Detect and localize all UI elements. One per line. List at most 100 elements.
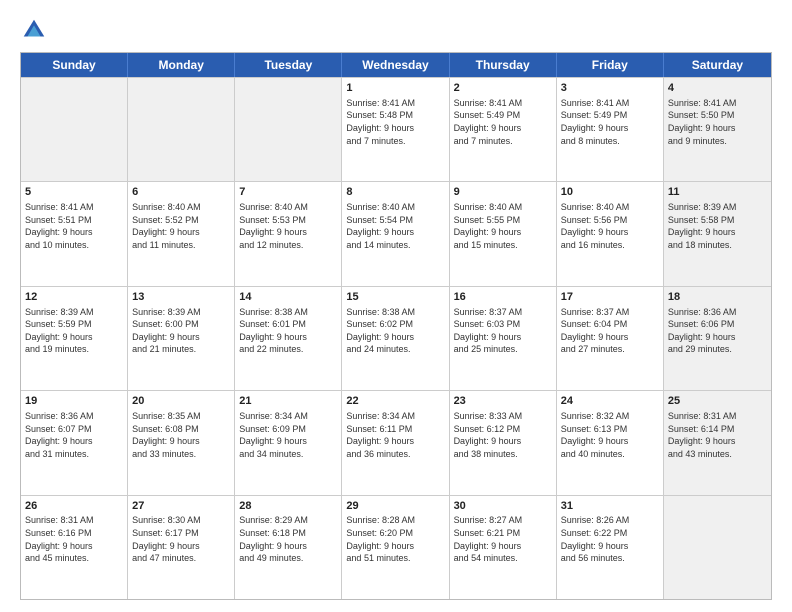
cal-cell-13: 13Sunrise: 8:39 AM Sunset: 6:00 PM Dayli… [128,287,235,390]
day-number: 9 [454,185,552,200]
header-day-wednesday: Wednesday [342,53,449,77]
day-info: Sunrise: 8:41 AM Sunset: 5:51 PM Dayligh… [25,201,123,251]
header-day-saturday: Saturday [664,53,771,77]
day-number: 3 [561,81,659,96]
day-info: Sunrise: 8:40 AM Sunset: 5:55 PM Dayligh… [454,201,552,251]
day-number: 20 [132,394,230,409]
day-info: Sunrise: 8:28 AM Sunset: 6:20 PM Dayligh… [346,514,444,564]
day-number: 15 [346,290,444,305]
header-day-tuesday: Tuesday [235,53,342,77]
day-info: Sunrise: 8:39 AM Sunset: 6:00 PM Dayligh… [132,306,230,356]
cal-cell-9: 9Sunrise: 8:40 AM Sunset: 5:55 PM Daylig… [450,182,557,285]
day-number: 17 [561,290,659,305]
day-info: Sunrise: 8:33 AM Sunset: 6:12 PM Dayligh… [454,410,552,460]
cal-cell-5: 5Sunrise: 8:41 AM Sunset: 5:51 PM Daylig… [21,182,128,285]
page: SundayMondayTuesdayWednesdayThursdayFrid… [0,0,792,612]
day-number: 12 [25,290,123,305]
day-info: Sunrise: 8:35 AM Sunset: 6:08 PM Dayligh… [132,410,230,460]
day-info: Sunrise: 8:41 AM Sunset: 5:49 PM Dayligh… [454,97,552,147]
cal-cell-8: 8Sunrise: 8:40 AM Sunset: 5:54 PM Daylig… [342,182,449,285]
day-info: Sunrise: 8:26 AM Sunset: 6:22 PM Dayligh… [561,514,659,564]
day-info: Sunrise: 8:37 AM Sunset: 6:04 PM Dayligh… [561,306,659,356]
cal-cell-22: 22Sunrise: 8:34 AM Sunset: 6:11 PM Dayli… [342,391,449,494]
day-number: 22 [346,394,444,409]
header-day-thursday: Thursday [450,53,557,77]
cal-cell-31: 31Sunrise: 8:26 AM Sunset: 6:22 PM Dayli… [557,496,664,599]
header [20,16,772,44]
cal-cell-26: 26Sunrise: 8:31 AM Sunset: 6:16 PM Dayli… [21,496,128,599]
day-number: 4 [668,81,767,96]
cal-cell-empty-1 [128,78,235,181]
week-row-4: 19Sunrise: 8:36 AM Sunset: 6:07 PM Dayli… [21,390,771,494]
day-number: 6 [132,185,230,200]
day-info: Sunrise: 8:30 AM Sunset: 6:17 PM Dayligh… [132,514,230,564]
cal-cell-2: 2Sunrise: 8:41 AM Sunset: 5:49 PM Daylig… [450,78,557,181]
day-number: 2 [454,81,552,96]
cal-cell-29: 29Sunrise: 8:28 AM Sunset: 6:20 PM Dayli… [342,496,449,599]
cal-cell-28: 28Sunrise: 8:29 AM Sunset: 6:18 PM Dayli… [235,496,342,599]
cal-cell-15: 15Sunrise: 8:38 AM Sunset: 6:02 PM Dayli… [342,287,449,390]
day-number: 11 [668,185,767,200]
day-number: 24 [561,394,659,409]
week-row-3: 12Sunrise: 8:39 AM Sunset: 5:59 PM Dayli… [21,286,771,390]
day-info: Sunrise: 8:32 AM Sunset: 6:13 PM Dayligh… [561,410,659,460]
cal-cell-12: 12Sunrise: 8:39 AM Sunset: 5:59 PM Dayli… [21,287,128,390]
cal-cell-empty-2 [235,78,342,181]
cal-cell-19: 19Sunrise: 8:36 AM Sunset: 6:07 PM Dayli… [21,391,128,494]
cal-cell-empty-0 [21,78,128,181]
cal-cell-24: 24Sunrise: 8:32 AM Sunset: 6:13 PM Dayli… [557,391,664,494]
day-info: Sunrise: 8:37 AM Sunset: 6:03 PM Dayligh… [454,306,552,356]
day-number: 26 [25,499,123,514]
day-number: 31 [561,499,659,514]
day-info: Sunrise: 8:41 AM Sunset: 5:48 PM Dayligh… [346,97,444,147]
day-info: Sunrise: 8:38 AM Sunset: 6:02 PM Dayligh… [346,306,444,356]
day-info: Sunrise: 8:40 AM Sunset: 5:56 PM Dayligh… [561,201,659,251]
day-info: Sunrise: 8:34 AM Sunset: 6:09 PM Dayligh… [239,410,337,460]
day-number: 16 [454,290,552,305]
day-info: Sunrise: 8:40 AM Sunset: 5:52 PM Dayligh… [132,201,230,251]
cal-cell-empty-6 [664,496,771,599]
day-number: 14 [239,290,337,305]
day-info: Sunrise: 8:27 AM Sunset: 6:21 PM Dayligh… [454,514,552,564]
day-number: 8 [346,185,444,200]
calendar-header-row: SundayMondayTuesdayWednesdayThursdayFrid… [21,53,771,77]
header-day-friday: Friday [557,53,664,77]
week-row-1: 1Sunrise: 8:41 AM Sunset: 5:48 PM Daylig… [21,77,771,181]
day-number: 5 [25,185,123,200]
cal-cell-7: 7Sunrise: 8:40 AM Sunset: 5:53 PM Daylig… [235,182,342,285]
cal-cell-14: 14Sunrise: 8:38 AM Sunset: 6:01 PM Dayli… [235,287,342,390]
day-info: Sunrise: 8:36 AM Sunset: 6:06 PM Dayligh… [668,306,767,356]
day-info: Sunrise: 8:36 AM Sunset: 6:07 PM Dayligh… [25,410,123,460]
day-info: Sunrise: 8:39 AM Sunset: 5:58 PM Dayligh… [668,201,767,251]
cal-cell-6: 6Sunrise: 8:40 AM Sunset: 5:52 PM Daylig… [128,182,235,285]
header-day-sunday: Sunday [21,53,128,77]
cal-cell-16: 16Sunrise: 8:37 AM Sunset: 6:03 PM Dayli… [450,287,557,390]
day-number: 30 [454,499,552,514]
cal-cell-1: 1Sunrise: 8:41 AM Sunset: 5:48 PM Daylig… [342,78,449,181]
day-info: Sunrise: 8:40 AM Sunset: 5:53 PM Dayligh… [239,201,337,251]
cal-cell-27: 27Sunrise: 8:30 AM Sunset: 6:17 PM Dayli… [128,496,235,599]
day-info: Sunrise: 8:29 AM Sunset: 6:18 PM Dayligh… [239,514,337,564]
day-number: 18 [668,290,767,305]
day-number: 29 [346,499,444,514]
day-number: 25 [668,394,767,409]
day-number: 13 [132,290,230,305]
day-info: Sunrise: 8:34 AM Sunset: 6:11 PM Dayligh… [346,410,444,460]
day-info: Sunrise: 8:31 AM Sunset: 6:16 PM Dayligh… [25,514,123,564]
week-row-2: 5Sunrise: 8:41 AM Sunset: 5:51 PM Daylig… [21,181,771,285]
logo-icon [20,16,48,44]
day-number: 1 [346,81,444,96]
week-row-5: 26Sunrise: 8:31 AM Sunset: 6:16 PM Dayli… [21,495,771,599]
cal-cell-4: 4Sunrise: 8:41 AM Sunset: 5:50 PM Daylig… [664,78,771,181]
cal-cell-21: 21Sunrise: 8:34 AM Sunset: 6:09 PM Dayli… [235,391,342,494]
day-number: 7 [239,185,337,200]
cal-cell-25: 25Sunrise: 8:31 AM Sunset: 6:14 PM Dayli… [664,391,771,494]
logo [20,16,52,44]
day-number: 21 [239,394,337,409]
day-number: 27 [132,499,230,514]
calendar-body: 1Sunrise: 8:41 AM Sunset: 5:48 PM Daylig… [21,77,771,599]
day-info: Sunrise: 8:39 AM Sunset: 5:59 PM Dayligh… [25,306,123,356]
cal-cell-18: 18Sunrise: 8:36 AM Sunset: 6:06 PM Dayli… [664,287,771,390]
day-info: Sunrise: 8:38 AM Sunset: 6:01 PM Dayligh… [239,306,337,356]
header-day-monday: Monday [128,53,235,77]
